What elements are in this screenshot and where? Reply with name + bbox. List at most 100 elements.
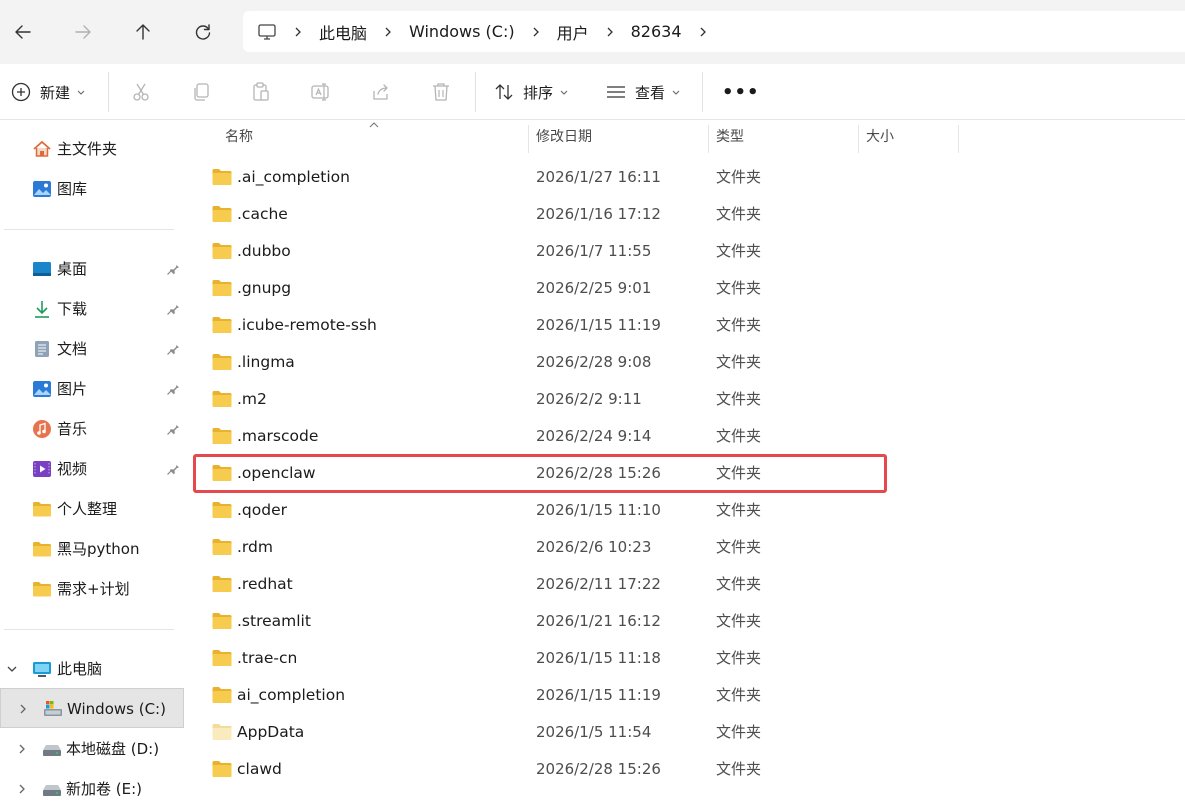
sidebar-divider: [4, 629, 174, 630]
view-button-label: 查看: [635, 83, 666, 102]
pin-icon[interactable]: [166, 302, 180, 316]
file-row[interactable]: .streamlit 2026/1/21 16:12 文件夹: [186, 603, 1185, 640]
chevron-right-icon[interactable]: [17, 703, 29, 715]
pin-icon[interactable]: [166, 382, 180, 396]
breadcrumb-item-users[interactable]: 用户: [557, 20, 589, 44]
refresh-button[interactable]: [185, 14, 221, 50]
sidebar-item-gallery[interactable]: 图库: [0, 169, 186, 209]
column-header-date[interactable]: 修改日期: [528, 121, 708, 154]
sort-button[interactable]: 排序: [493, 74, 569, 110]
file-modified-date: 2026/1/15 11:19: [536, 686, 661, 704]
toolbar-divider: [475, 72, 476, 112]
sidebar-item-folder[interactable]: 黑马python: [0, 529, 186, 569]
pin-icon[interactable]: [166, 342, 180, 356]
chevron-right-icon[interactable]: [16, 743, 28, 755]
folder-icon: [212, 391, 232, 407]
sidebar-item-documents[interactable]: 文档: [0, 329, 186, 369]
file-modified-date: 2026/1/16 17:12: [536, 205, 661, 223]
paste-button[interactable]: [250, 74, 272, 110]
more-options-button[interactable]: •••: [722, 74, 760, 110]
file-row[interactable]: .rdm 2026/2/6 10:23 文件夹: [186, 529, 1185, 566]
sidebar-item-music[interactable]: 音乐: [0, 409, 186, 449]
cut-button[interactable]: [130, 74, 152, 110]
sidebar-item-drive-c[interactable]: Windows (C:): [0, 688, 184, 728]
file-type: 文件夹: [716, 538, 762, 556]
chevron-down-icon[interactable]: [6, 663, 18, 675]
chevron-right-icon[interactable]: [694, 23, 712, 41]
file-name: AppData: [237, 723, 305, 741]
file-row[interactable]: .lingma 2026/2/28 9:08 文件夹: [186, 344, 1185, 381]
column-header-size[interactable]: 大小: [858, 121, 958, 154]
file-row[interactable]: clawd 2026/2/28 15:26 文件夹: [186, 751, 1185, 788]
video-icon: [33, 461, 51, 477]
file-modified-date: 2026/2/28 15:26: [536, 760, 661, 778]
column-header-name[interactable]: 名称: [217, 121, 527, 154]
highlight-box: [193, 454, 887, 493]
folder-icon: [212, 354, 232, 370]
sidebar-item-desktop[interactable]: 桌面: [0, 249, 186, 289]
column-header-type[interactable]: 类型: [708, 121, 858, 154]
file-row[interactable]: .redhat 2026/2/11 17:22 文件夹: [186, 566, 1185, 603]
sidebar-item-downloads[interactable]: 下载: [0, 289, 186, 329]
sidebar-item-this-pc[interactable]: 此电脑: [0, 649, 186, 689]
breadcrumb-item-this-pc[interactable]: 此电脑: [319, 20, 367, 44]
sidebar-item-videos[interactable]: 视频: [0, 449, 186, 489]
pin-icon[interactable]: [166, 422, 180, 436]
sidebar-item-label: 音乐: [57, 420, 88, 438]
sidebar-item-folder[interactable]: 需求+计划: [0, 569, 186, 609]
scissors-icon: [133, 83, 149, 101]
breadcrumb-item-drive-c[interactable]: Windows (C:): [409, 22, 515, 41]
chevron-right-icon: [601, 23, 619, 41]
new-button[interactable]: 新建: [10, 74, 86, 110]
column-header-row: 名称 修改日期 类型 大小: [186, 121, 1185, 154]
drive-icon: [43, 745, 61, 756]
file-row[interactable]: .marscode 2026/2/24 9:14 文件夹: [186, 418, 1185, 455]
pin-icon[interactable]: [166, 462, 180, 476]
sidebar-item-pictures[interactable]: 图片: [0, 369, 186, 409]
file-row[interactable]: .cache 2026/1/16 17:12 文件夹: [186, 196, 1185, 233]
rename-icon: [311, 83, 329, 101]
file-row[interactable]: .gnupg 2026/2/25 9:01 文件夹: [186, 270, 1185, 307]
share-icon: [373, 84, 388, 100]
file-row[interactable]: .qoder 2026/1/15 11:10 文件夹: [186, 492, 1185, 529]
up-arrow-icon: [136, 24, 150, 40]
file-row[interactable]: .dubbo 2026/1/7 11:55 文件夹: [186, 233, 1185, 270]
file-list: 名称 修改日期 类型 大小 .ai_completion 2026/1/27 16…: [186, 121, 1185, 801]
file-type: 文件夹: [716, 649, 762, 667]
folder-icon: [212, 687, 232, 703]
file-row[interactable]: AppData 2026/1/5 11:54 文件夹: [186, 714, 1185, 751]
file-row[interactable]: .icube-remote-ssh 2026/1/15 11:19 文件夹: [186, 307, 1185, 344]
file-row[interactable]: .trae-cn 2026/1/15 11:18 文件夹: [186, 640, 1185, 677]
file-type: 文件夹: [716, 168, 762, 186]
desktop-icon: [33, 262, 51, 276]
breadcrumb[interactable]: 此电脑 Windows (C:) 用户 82634: [243, 11, 1185, 52]
copy-button[interactable]: [190, 74, 212, 110]
file-name: .qoder: [237, 501, 287, 519]
sidebar-item-label: 黑马python: [57, 540, 140, 558]
column-divider[interactable]: [958, 125, 959, 153]
chevron-right-icon[interactable]: [16, 783, 28, 795]
share-button[interactable]: [370, 74, 392, 110]
file-modified-date: 2026/2/11 17:22: [536, 575, 661, 593]
file-row[interactable]: .ai_completion 2026/1/27 16:11 文件夹: [186, 159, 1185, 196]
file-name: .trae-cn: [237, 649, 298, 667]
file-modified-date: 2026/1/7 11:55: [536, 242, 652, 260]
sidebar-item-folder[interactable]: 个人整理: [0, 489, 186, 529]
back-button[interactable]: [5, 14, 41, 50]
file-row[interactable]: .m2 2026/2/2 9:11 文件夹: [186, 381, 1185, 418]
rename-button[interactable]: [310, 74, 332, 110]
folder-icon: [33, 542, 51, 557]
file-type: 文件夹: [716, 353, 762, 371]
sidebar-item-drive-d[interactable]: 本地磁盘 (D:): [0, 729, 186, 769]
folder-icon: [212, 502, 232, 518]
forward-button[interactable]: [65, 14, 101, 50]
file-name: ai_completion: [237, 686, 346, 704]
delete-button[interactable]: [430, 74, 452, 110]
file-row[interactable]: ai_completion 2026/1/15 11:19 文件夹: [186, 677, 1185, 714]
view-button[interactable]: 查看: [605, 74, 681, 110]
sidebar-item-drive-e[interactable]: 新加卷 (E:): [0, 769, 186, 801]
pin-icon[interactable]: [166, 262, 180, 276]
breadcrumb-item-user-folder[interactable]: 82634: [631, 22, 682, 41]
sidebar-item-home[interactable]: 主文件夹: [0, 129, 186, 169]
up-button[interactable]: [125, 14, 161, 50]
